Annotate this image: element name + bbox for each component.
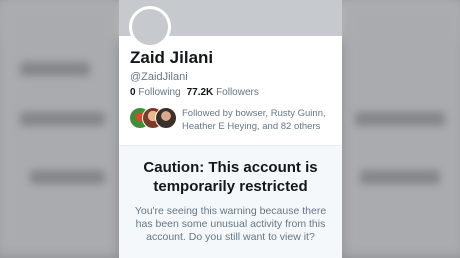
warning-title: Caution: This account is temporarily res… — [143, 159, 318, 195]
follower-avatar — [155, 107, 177, 129]
warning-body: You're seeing this warning because there… — [134, 205, 327, 243]
followers-count: 77.2K — [186, 87, 214, 98]
following-count: 0 — [130, 87, 136, 98]
followers-label: Followers — [216, 87, 259, 98]
background-blur-shape — [20, 112, 105, 126]
profile-stats: 0 Following 77.2K Followers — [130, 87, 259, 98]
following-link[interactable]: 0 Following — [130, 87, 181, 98]
profile-screen: Zaid Jilani @ZaidJilani 0 Following 77.2K… — [119, 0, 342, 258]
background-left-blur — [0, 0, 119, 258]
followers-link[interactable]: 77.2K Followers — [187, 87, 259, 98]
background-blur-shape — [360, 170, 440, 184]
background-blur-shape — [355, 112, 445, 126]
background-right-blur — [341, 0, 460, 258]
profile-handle: @ZaidJilani — [130, 71, 188, 83]
following-label: Following — [138, 87, 181, 98]
followed-by-text[interactable]: Followed by bowser, Rusty Guinn, Heather… — [182, 107, 337, 133]
followed-by-avatars[interactable] — [129, 107, 179, 129]
profile-avatar[interactable] — [129, 6, 171, 48]
profile-name: Zaid Jilani — [130, 48, 214, 67]
background-blur-shape — [20, 62, 90, 76]
background-blur-shape — [30, 170, 105, 184]
